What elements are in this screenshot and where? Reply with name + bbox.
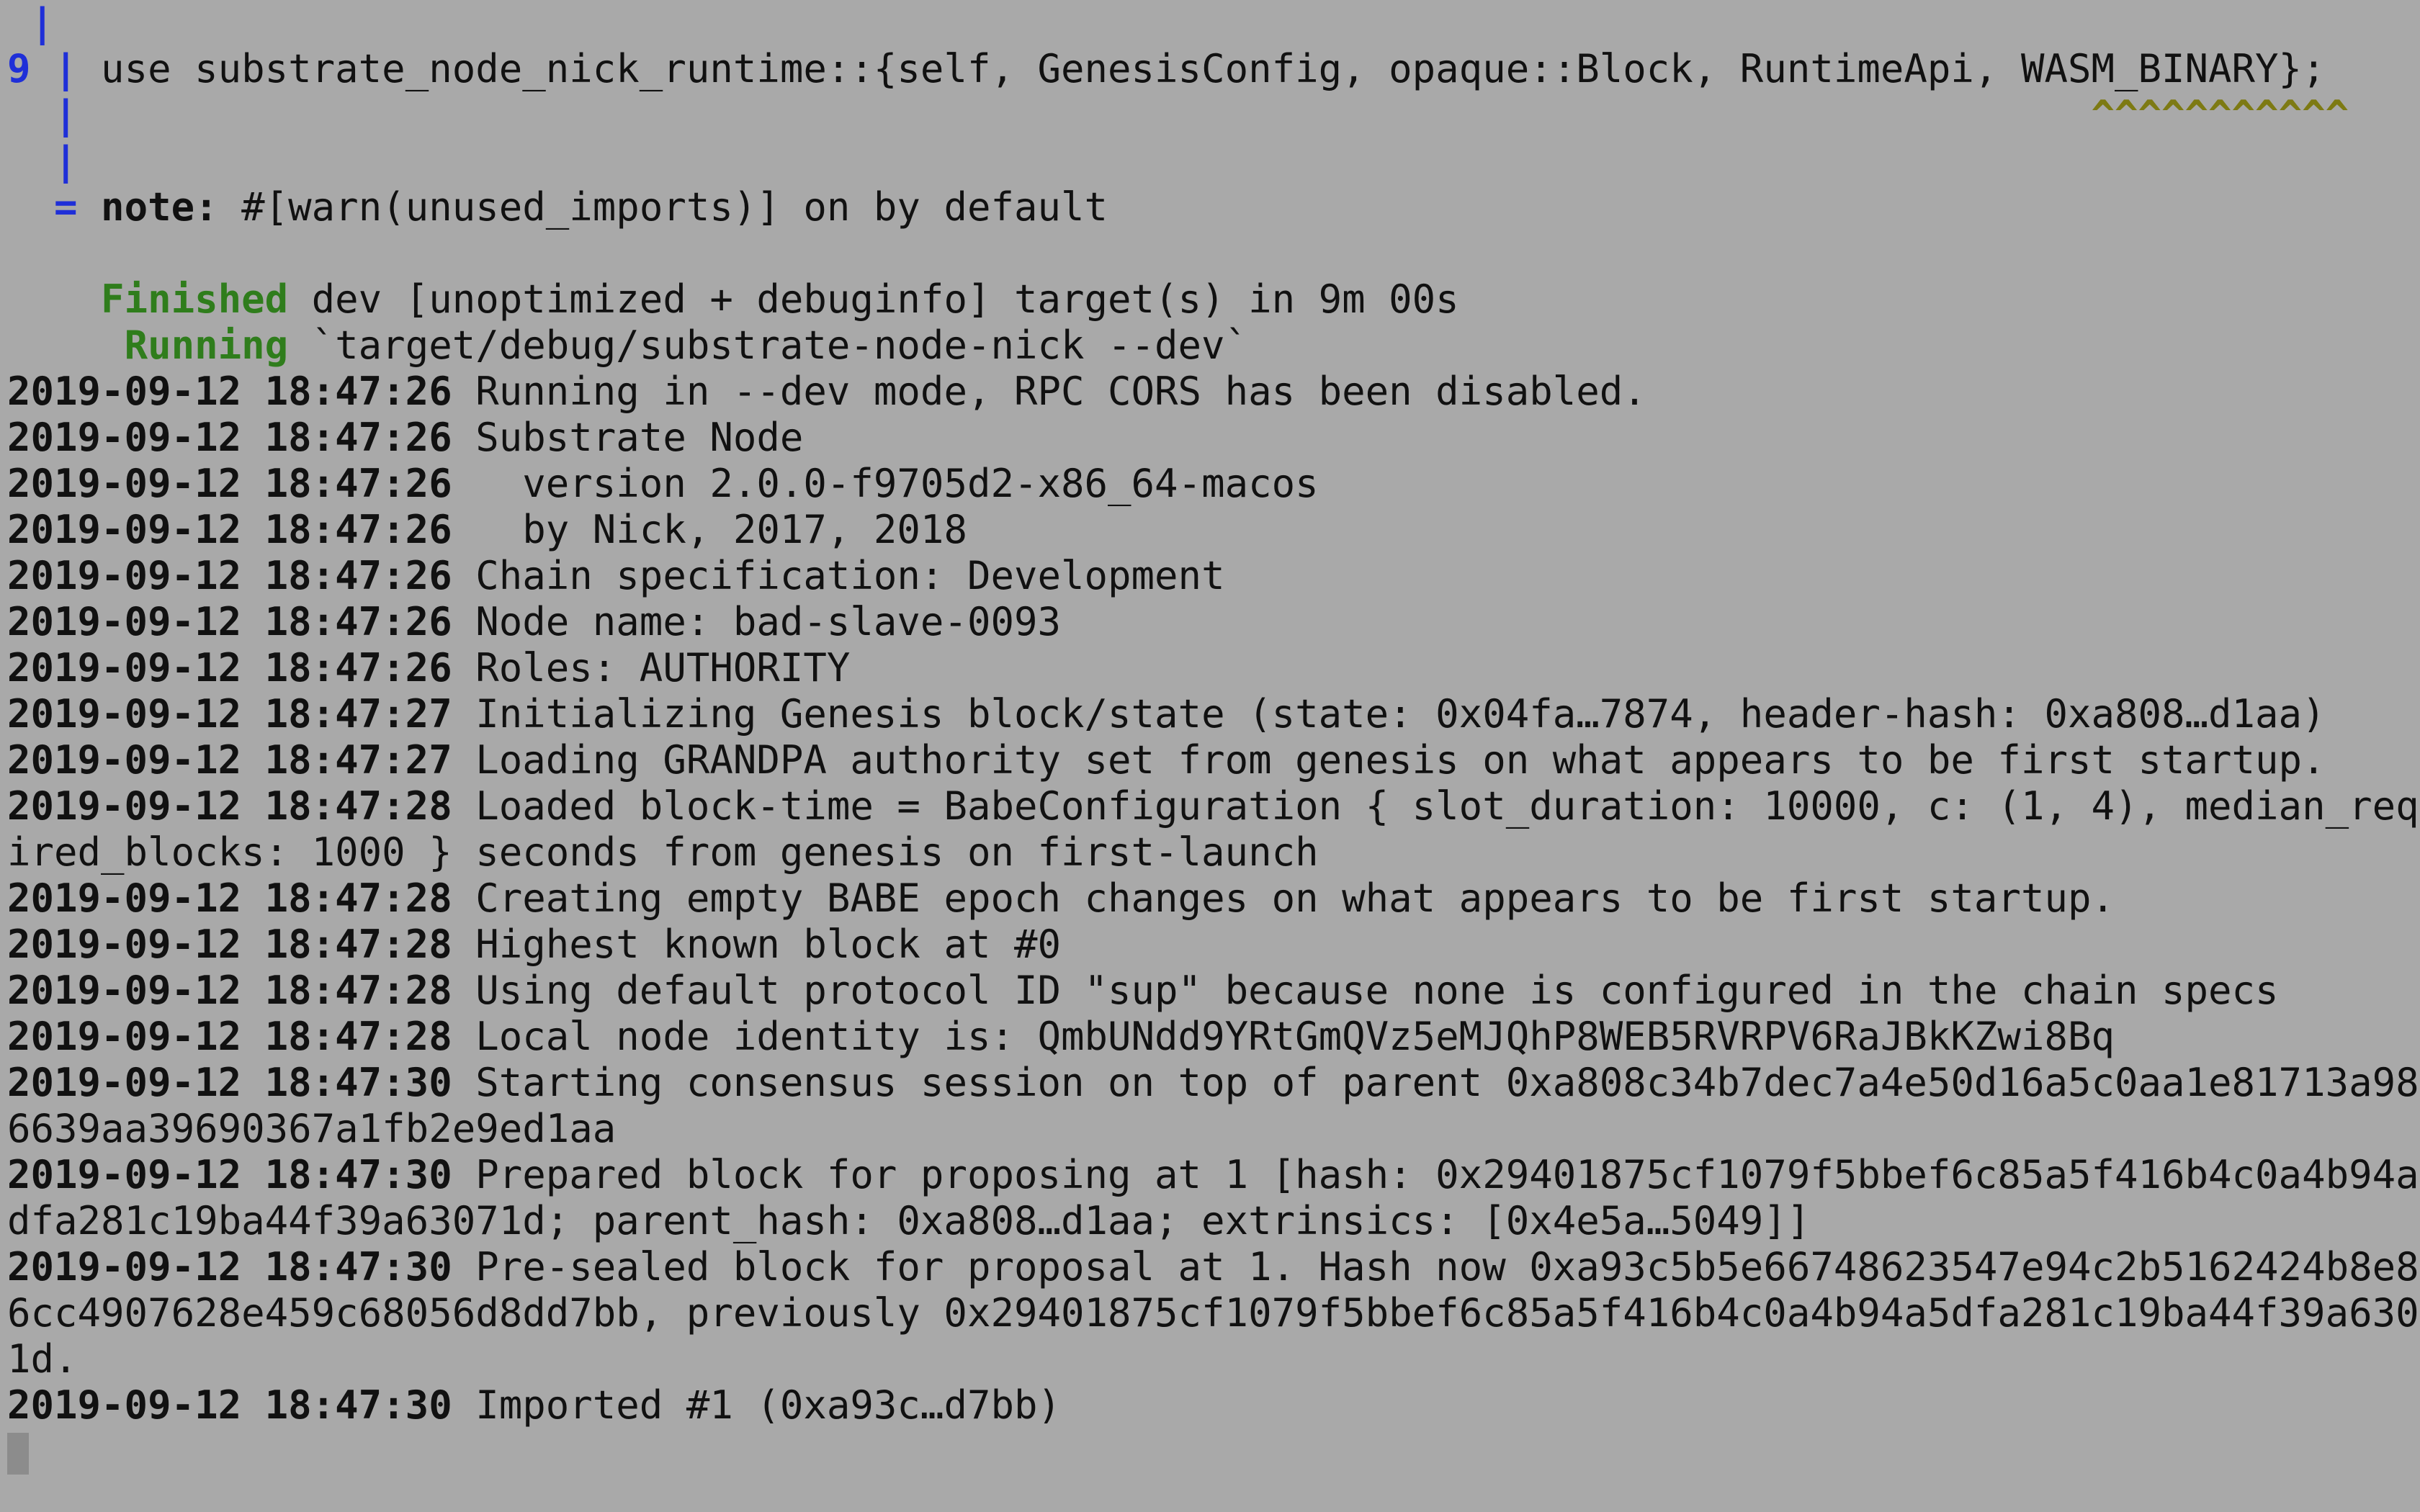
- log-message: Creating empty BABE epoch changes on wha…: [452, 876, 2115, 921]
- running-label: Running: [124, 323, 289, 368]
- log-timestamp: 2019-09-12 18:47:30: [7, 1244, 452, 1290]
- log-timestamp: 2019-09-12 18:47:28: [7, 783, 452, 829]
- log-line-wrap: 6639aa39690367a1fb2e9ed1aa: [7, 1106, 2420, 1152]
- log-message: 6639aa39690367a1fb2e9ed1aa: [7, 1106, 617, 1151]
- log-timestamp: 2019-09-12 18:47:26: [7, 507, 452, 552]
- log-message: Starting consensus session on top of par…: [452, 1060, 2420, 1105]
- log-line: 2019-09-12 18:47:27 Initializing Genesis…: [7, 691, 2420, 737]
- log-line-wrap: 6cc4907628e459c68056d8dd7bb, previously …: [7, 1290, 2420, 1336]
- log-timestamp: 2019-09-12 18:47:30: [7, 1382, 452, 1428]
- log-timestamp: 2019-09-12 18:47:26: [7, 553, 452, 598]
- compiler-code-line: 9 | use substrate_node_nick_runtime::{se…: [7, 46, 2420, 92]
- log-line: 2019-09-12 18:47:26 Chain specification:…: [7, 553, 2420, 599]
- log-line-wrap: dfa281c19ba44f39a63071d; parent_hash: 0x…: [7, 1198, 2420, 1244]
- log-timestamp: 2019-09-12 18:47:26: [7, 461, 452, 506]
- log-message: by Nick, 2017, 2018: [452, 507, 967, 552]
- log-line: 2019-09-12 18:47:30 Imported #1 (0xa93c……: [7, 1382, 2420, 1428]
- prompt-line[interactable]: [7, 1428, 2420, 1475]
- log-line: 2019-09-12 18:47:30 Starting consensus s…: [7, 1060, 2420, 1106]
- log-message: dfa281c19ba44f39a63071d; parent_hash: 0x…: [7, 1198, 1811, 1243]
- log-message: Initializing Genesis block/state (state:…: [452, 691, 2326, 737]
- caret-padding: [78, 92, 2092, 138]
- log-message: Node name: bad-slave-0093: [452, 599, 1061, 644]
- finished-label: Finished: [101, 276, 289, 322]
- log-line: 2019-09-12 18:47:26 Substrate Node: [7, 415, 2420, 461]
- log-timestamp: 2019-09-12 18:47:28: [7, 922, 452, 967]
- log-line-wrap: 1d.: [7, 1336, 2420, 1382]
- log-message: Chain specification: Development: [452, 553, 1225, 598]
- log-timestamp: 2019-09-12 18:47:28: [7, 968, 452, 1013]
- log-message: 1d.: [7, 1336, 78, 1382]
- log-message: Prepared block for proposing at 1 [hash:…: [452, 1152, 2420, 1197]
- log-line-wrap: ired_blocks: 1000 } seconds from genesis…: [7, 829, 2420, 876]
- log-timestamp: 2019-09-12 18:47:27: [7, 737, 452, 783]
- compiler-gutter-line: |: [7, 0, 2420, 46]
- log-message: ired_blocks: 1000 } seconds from genesis…: [7, 829, 1319, 875]
- log-timestamp: 2019-09-12 18:47:26: [7, 599, 452, 644]
- running-text: `target/debug/substrate-node-nick --dev`: [288, 323, 1249, 368]
- log-message: Imported #1 (0xa93c…d7bb): [452, 1382, 1061, 1428]
- log-message: Roles: AUTHORITY: [452, 645, 851, 690]
- gutter-bar: |: [7, 0, 55, 45]
- log-timestamp: 2019-09-12 18:47:28: [7, 876, 452, 921]
- warning-carets: ^^^^^^^^^^^: [2091, 92, 2349, 138]
- log-timestamp: 2019-09-12 18:47:26: [7, 645, 452, 690]
- gutter-bar: |: [30, 46, 78, 91]
- log-timestamp: 2019-09-12 18:47:27: [7, 691, 452, 737]
- note-label: note:: [77, 184, 218, 230]
- compiler-note-line: = note: #[warn(unused_imports)] on by de…: [7, 184, 2420, 230]
- gutter-bar: |: [7, 138, 78, 184]
- log-line: 2019-09-12 18:47:26 Running in --dev mod…: [7, 369, 2420, 415]
- line-number: 9: [7, 46, 31, 91]
- log-message: version 2.0.0-f9705d2-x86_64-macos: [452, 461, 1319, 506]
- log-line: 2019-09-12 18:47:28 Creating empty BABE …: [7, 876, 2420, 922]
- log-message: Local node identity is: QmbUNdd9YRtGmQVz…: [452, 1014, 2115, 1059]
- log-message: Pre-sealed block for proposal at 1. Hash…: [452, 1244, 2420, 1290]
- log-line: 2019-09-12 18:47:28 Loaded block-time = …: [7, 783, 2420, 829]
- text-cursor: [7, 1433, 29, 1475]
- note-equals: =: [7, 184, 78, 230]
- log-line: 2019-09-12 18:47:27 Loading GRANDPA auth…: [7, 737, 2420, 783]
- log-line: 2019-09-12 18:47:28 Local node identity …: [7, 1014, 2420, 1060]
- compiler-gutter-line: |: [7, 138, 2420, 184]
- log-timestamp: 2019-09-12 18:47:30: [7, 1060, 452, 1105]
- finished-text: dev [unoptimized + debuginfo] target(s) …: [288, 276, 1459, 322]
- log-message: Loading GRANDPA authority set from genes…: [452, 737, 2326, 783]
- log-timestamp: 2019-09-12 18:47:28: [7, 1014, 452, 1059]
- terminal-window[interactable]: | 9 | use substrate_node_nick_runtime::{…: [0, 0, 2420, 1512]
- note-text: #[warn(unused_imports)] on by default: [218, 184, 1108, 230]
- log-line: 2019-09-12 18:47:28 Using default protoc…: [7, 968, 2420, 1014]
- log-line: 2019-09-12 18:47:28 Highest known block …: [7, 922, 2420, 968]
- log-message: Highest known block at #0: [452, 922, 1061, 967]
- cargo-finished-line: Finished dev [unoptimized + debuginfo] t…: [7, 276, 2420, 323]
- log-line: 2019-09-12 18:47:26 by Nick, 2017, 2018: [7, 507, 2420, 553]
- compiler-caret-line: | ^^^^^^^^^^^: [7, 92, 2420, 138]
- log-timestamp: 2019-09-12 18:47:26: [7, 415, 452, 460]
- log-message: Using default protocol ID "sup" because …: [452, 968, 2279, 1013]
- gutter-bar: |: [7, 92, 78, 138]
- log-line: 2019-09-12 18:47:30 Prepared block for p…: [7, 1152, 2420, 1198]
- log-line: 2019-09-12 18:47:26 version 2.0.0-f9705d…: [7, 461, 2420, 507]
- log-timestamp: 2019-09-12 18:47:26: [7, 369, 452, 414]
- log-line: 2019-09-12 18:47:30 Pre-sealed block for…: [7, 1244, 2420, 1290]
- log-timestamp: 2019-09-12 18:47:30: [7, 1152, 452, 1197]
- log-line: 2019-09-12 18:47:26 Roles: AUTHORITY: [7, 645, 2420, 691]
- log-message: Running in --dev mode, RPC CORS has been…: [452, 369, 1646, 414]
- source-code: use substrate_node_nick_runtime::{self, …: [77, 46, 2326, 91]
- log-message: Loaded block-time = BabeConfiguration { …: [452, 783, 2420, 829]
- cargo-running-line: Running `target/debug/substrate-node-nic…: [7, 323, 2420, 369]
- log-message: 6cc4907628e459c68056d8dd7bb, previously …: [7, 1290, 2420, 1336]
- log-line: 2019-09-12 18:47:26 Node name: bad-slave…: [7, 599, 2420, 645]
- log-message: Substrate Node: [452, 415, 804, 460]
